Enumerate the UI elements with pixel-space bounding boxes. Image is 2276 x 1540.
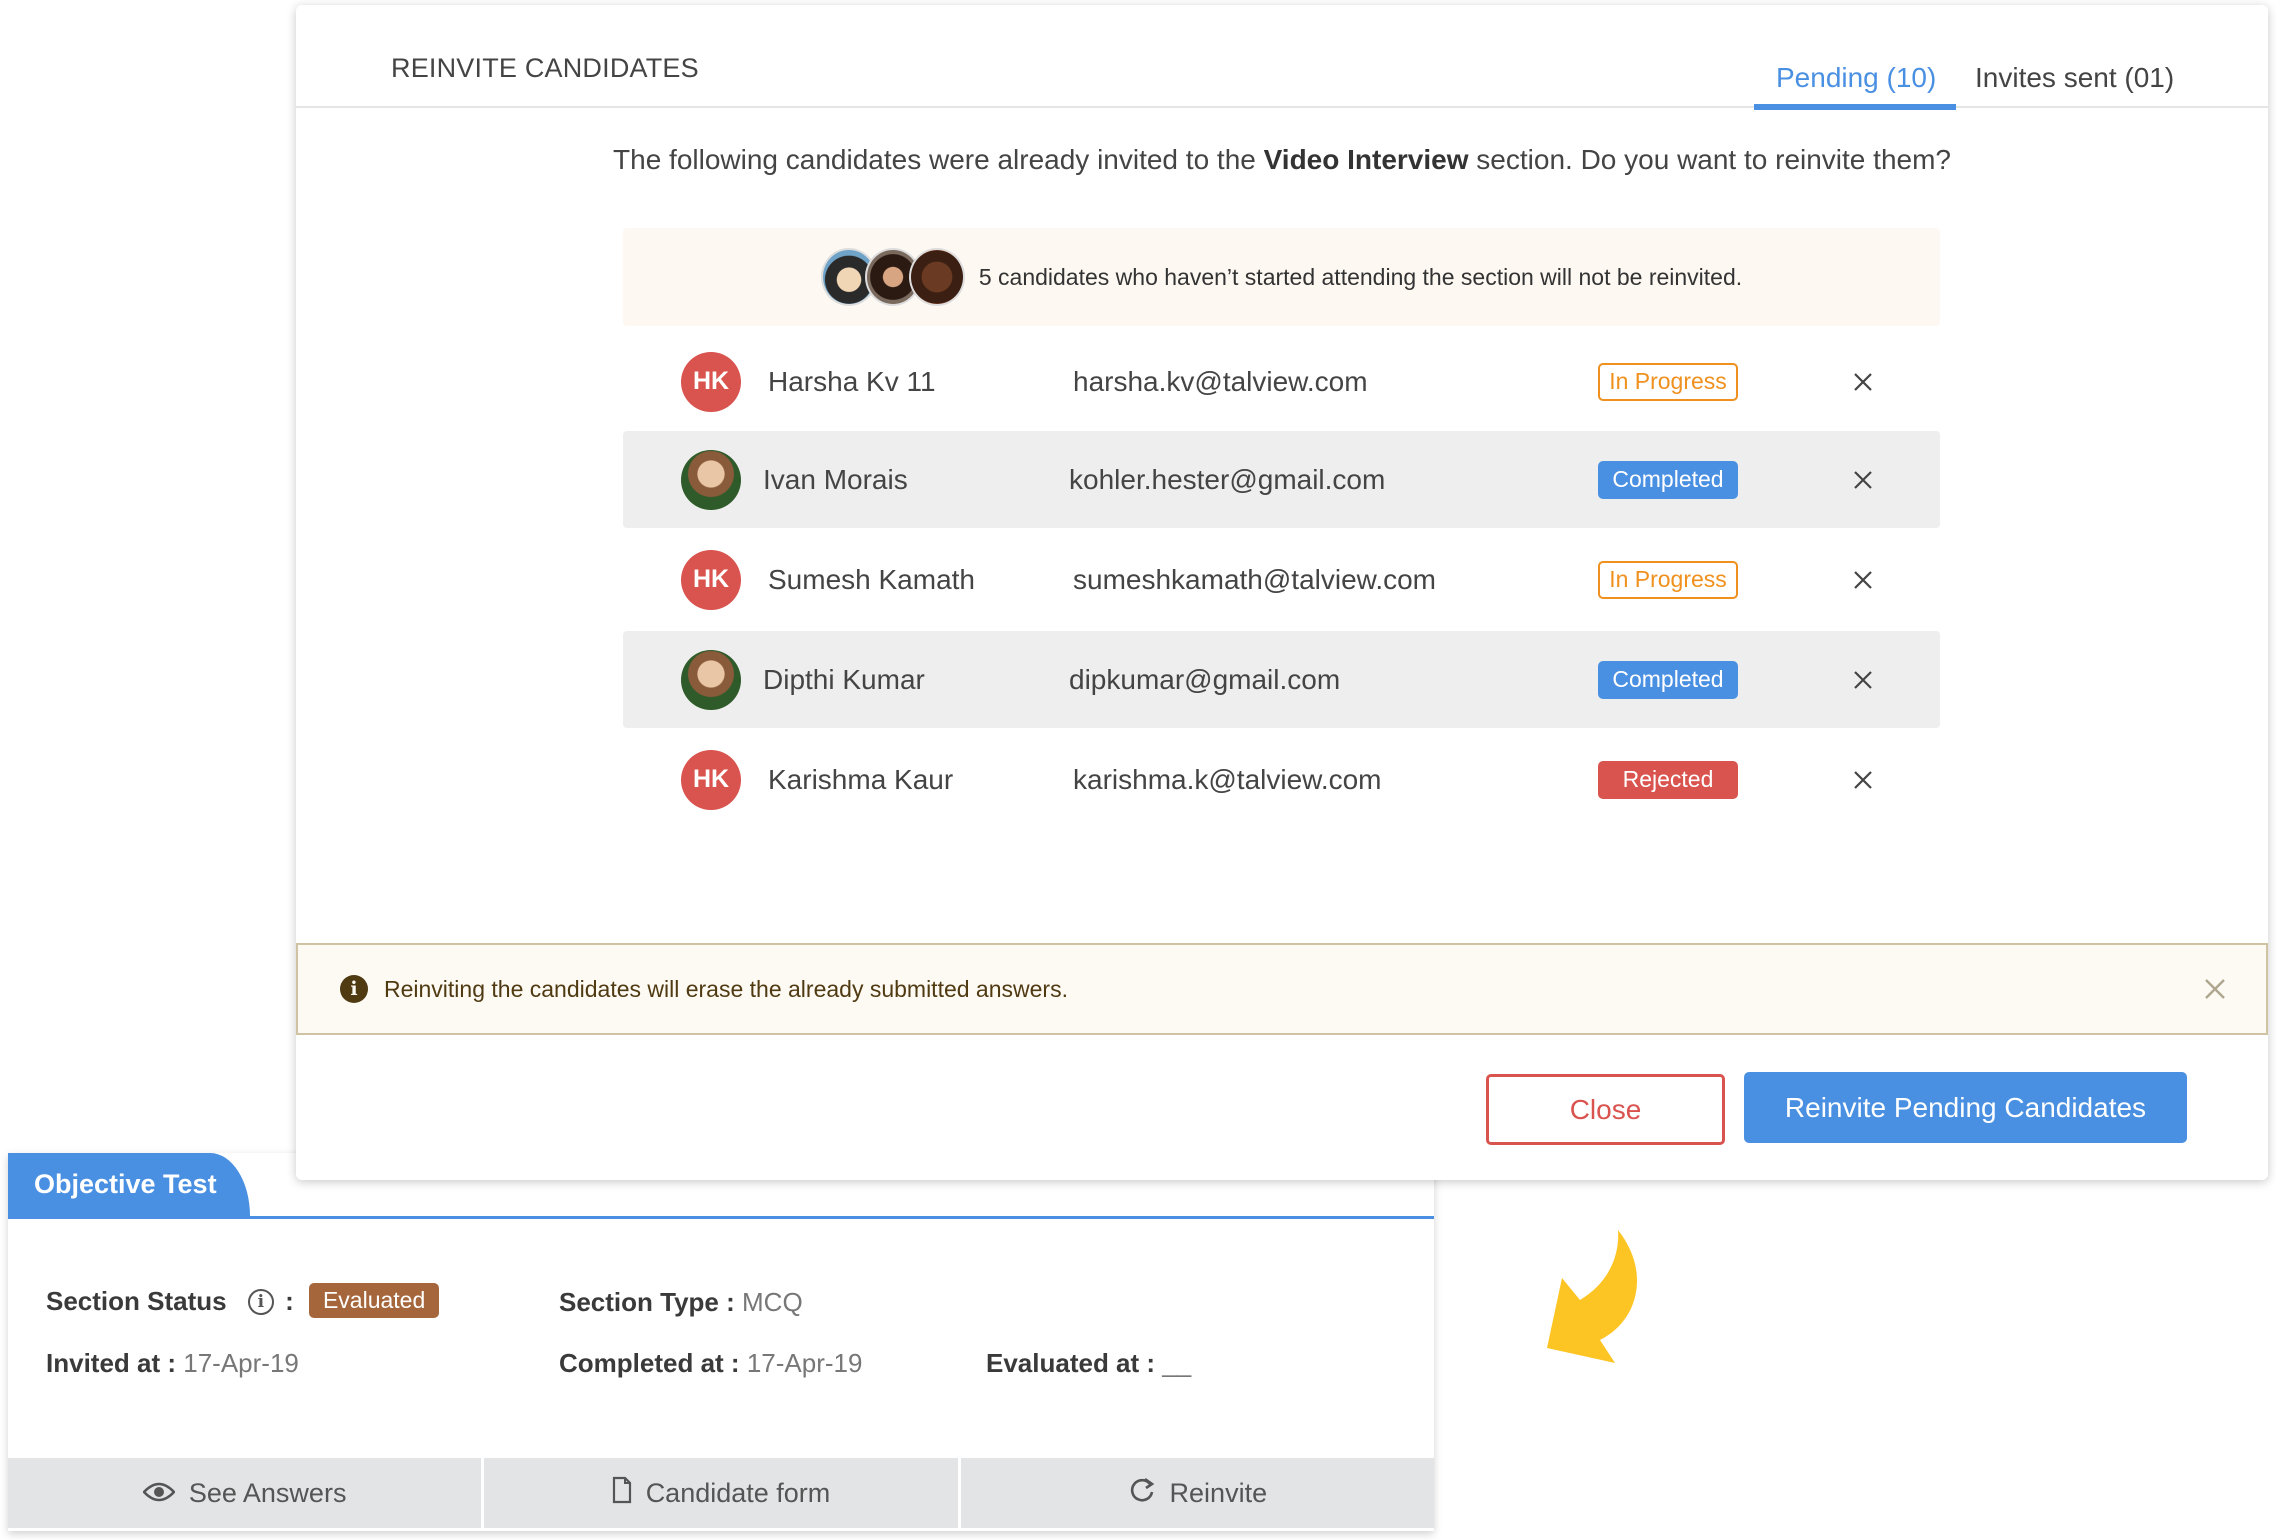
document-icon xyxy=(612,1476,632,1511)
invited-at-label: Invited at : xyxy=(46,1348,177,1378)
remove-candidate-button[interactable] xyxy=(1848,765,1878,795)
avatar xyxy=(681,649,741,710)
close-icon xyxy=(1854,372,1872,391)
avatar: HK xyxy=(681,351,741,412)
remove-candidate-button[interactable] xyxy=(1848,565,1878,595)
completed-at-value: 17-Apr-19 xyxy=(746,1348,863,1378)
completed-at: Completed at : 17-Apr-19 xyxy=(559,1348,862,1379)
refresh-icon xyxy=(1128,1476,1156,1511)
reinvite-candidates-modal: REINVITE CANDIDATES Pending (10) Invites… xyxy=(296,5,2268,1180)
candidate-form-label: Candidate form xyxy=(645,1477,831,1508)
completed-at-label: Completed at : xyxy=(559,1348,740,1378)
warning-text: Reinviting the candidates will erase the… xyxy=(384,975,1068,1002)
candidate-email: kohler.hester@gmail.com xyxy=(1069,463,1386,495)
candidate-email: harsha.kv@talview.com xyxy=(1073,365,1368,397)
close-icon xyxy=(1854,670,1872,689)
evaluated-at-value: __ xyxy=(1162,1348,1192,1378)
remove-candidate-button[interactable] xyxy=(1848,367,1878,397)
candidate-email: sumeshkamath@talview.com xyxy=(1073,563,1437,595)
section-action-bar: See Answers Candidate form Reinvite xyxy=(8,1458,1434,1528)
section-status-label: Section Status xyxy=(46,1286,227,1316)
candidate-email: dipkumar@gmail.com xyxy=(1069,663,1341,695)
status-badge: Rejected xyxy=(1598,760,1738,799)
see-answers-button[interactable]: See Answers xyxy=(8,1458,485,1528)
evaluated-at: Evaluated at : __ xyxy=(986,1348,1191,1379)
candidate-row: HK Sumesh Kamath sumeshkamath@talview.com I… xyxy=(623,531,1940,628)
section-type-value: MCQ xyxy=(742,1287,803,1317)
remove-candidate-button[interactable] xyxy=(1848,465,1878,495)
section-card: Objective Test Section Status i : Evalua… xyxy=(8,1153,1434,1531)
close-button[interactable]: Close xyxy=(1486,1074,1725,1145)
candidate-name: Karishma Kaur xyxy=(768,763,954,795)
status-badge: In Progress xyxy=(1598,362,1738,401)
info-icon[interactable]: i xyxy=(247,1289,274,1315)
section-tab-label: Objective Test xyxy=(34,1169,217,1199)
avatar xyxy=(681,449,741,510)
status-badge: Completed xyxy=(1598,660,1738,699)
invited-at: Invited at : 17-Apr-19 xyxy=(46,1348,299,1379)
close-icon[interactable] xyxy=(2202,976,2228,1002)
colon: : xyxy=(285,1286,294,1316)
section-tab-line xyxy=(8,1216,1434,1219)
tab-invites-sent[interactable]: Invites sent (01) xyxy=(1975,62,2174,94)
reinvite-pending-button[interactable]: Reinvite Pending Candidates xyxy=(1744,1072,2187,1143)
close-icon xyxy=(1854,570,1872,589)
candidate-row: HK Karishma Kaur karishma.k@talview.com Rej… xyxy=(623,731,1940,828)
candidate-form-button[interactable]: Candidate form xyxy=(484,1458,961,1528)
close-icon xyxy=(1854,470,1872,489)
evaluated-badge: Evaluated xyxy=(308,1283,440,1318)
candidate-row: HK Harsha Kv 11 harsha.kv@talview.com In Pr… xyxy=(623,333,1940,430)
close-icon xyxy=(1854,770,1872,789)
candidate-name: Dipthi Kumar xyxy=(763,663,925,695)
info-icon: i xyxy=(340,975,368,1003)
not-reinvited-text: 5 candidates who haven’t started attendi… xyxy=(978,263,1743,290)
section-status: Section Status i : Evaluated xyxy=(46,1283,440,1318)
candidate-row: Ivan Morais kohler.hester@gmail.com Comple… xyxy=(623,431,1940,528)
not-reinvited-banner: 5 candidates who haven’t started attendi… xyxy=(623,228,1940,326)
status-badge: Completed xyxy=(1598,460,1738,499)
candidate-row: Dipthi Kumar dipkumar@gmail.com Completed xyxy=(623,631,1940,728)
see-answers-label: See Answers xyxy=(188,1477,347,1508)
remove-candidate-button[interactable] xyxy=(1848,665,1878,695)
avatar: HK xyxy=(681,749,741,810)
modal-title: REINVITE CANDIDATES xyxy=(391,53,699,83)
candidate-email: karishma.k@talview.com xyxy=(1073,763,1382,795)
question-section-name: Video Interview xyxy=(1263,144,1469,175)
reinvite-label: Reinvite xyxy=(1169,1477,1268,1508)
eye-icon xyxy=(142,1478,176,1509)
section-type-label: Section Type : xyxy=(559,1287,735,1317)
status-badge: In Progress xyxy=(1598,560,1738,599)
reinvite-button[interactable]: Reinvite xyxy=(960,1458,1434,1528)
tab-pending[interactable]: Pending (10) xyxy=(1776,62,1936,94)
section-type: Section Type : MCQ xyxy=(559,1287,803,1318)
candidate-name: Harsha Kv 11 xyxy=(768,365,936,397)
avatar xyxy=(908,248,965,306)
curved-arrow-icon xyxy=(1547,1230,1638,1363)
warning-alert: i Reinviting the candidates will erase t… xyxy=(296,943,2268,1035)
question-text-before: The following candidates were already in… xyxy=(613,144,1264,175)
avatar-stack xyxy=(820,248,965,306)
reinvite-question: The following candidates were already in… xyxy=(296,144,2268,176)
candidate-name: Ivan Morais xyxy=(763,463,908,495)
invited-at-value: 17-Apr-19 xyxy=(183,1348,299,1378)
evaluated-at-label: Evaluated at : xyxy=(986,1348,1156,1378)
avatar: HK xyxy=(681,549,741,610)
header-divider xyxy=(296,106,2268,108)
candidate-name: Sumesh Kamath xyxy=(768,563,975,595)
question-text-after: section. Do you want to reinvite them? xyxy=(1468,144,1951,175)
active-tab-indicator xyxy=(1754,104,1956,110)
section-tab-objective-test[interactable]: Objective Test xyxy=(8,1153,250,1216)
